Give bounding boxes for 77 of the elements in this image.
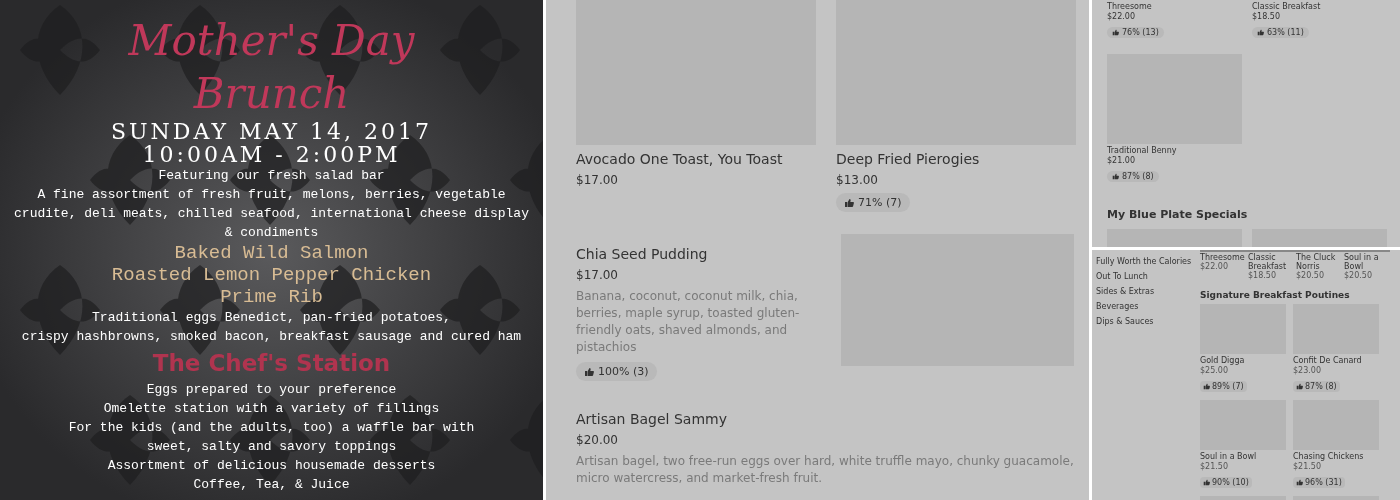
category-link[interactable]: Beverages xyxy=(1096,302,1200,311)
category-link[interactable]: Dips & Sauces xyxy=(1096,317,1200,326)
item-name[interactable]: Traditional Benny xyxy=(1107,146,1242,155)
flyer-text: crispy hashbrowns, smoked bacon, breakfast sausage and cured ham xyxy=(21,328,522,346)
flyer-text: Eggs prepared to your preference xyxy=(146,381,397,399)
item-price: $17.00 xyxy=(576,268,619,282)
item-name[interactable]: Artisan Bagel Sammy xyxy=(576,411,1076,427)
item-price: $13.00 xyxy=(836,173,879,187)
flyer-text: Baked Wild Salmon xyxy=(174,242,369,264)
item-price: $22.00 xyxy=(1200,262,1229,271)
item-name[interactable]: Chia Seed Pudding xyxy=(576,246,831,262)
section-heading: Signature Breakfast Poutines xyxy=(1200,290,1350,300)
item-name[interactable]: Avocado One Toast, You Toast xyxy=(576,151,816,167)
rating-badge: 90% (10) xyxy=(1200,477,1252,488)
item-price: $25.00 xyxy=(1200,366,1229,375)
flyer-text: Coffee, Tea, & Juice xyxy=(193,476,350,494)
item-price: $22.00 xyxy=(1107,12,1136,21)
item-price: $21.50 xyxy=(1200,462,1229,471)
item-description: Banana, coconut, coconut milk, chia, berries, maple syrup, toasted gluten-friendly oats, shaved almonds, and pistachios xyxy=(576,288,801,356)
item-price: $20.50 xyxy=(1344,271,1373,280)
category-link[interactable]: Out To Lunch xyxy=(1096,272,1200,281)
item-price: $20.50 xyxy=(1296,271,1325,280)
flyer-heading: Mother's Day xyxy=(128,15,415,67)
item-name[interactable]: Confit De Canard xyxy=(1293,356,1379,365)
item-price: $23.00 xyxy=(1293,366,1322,375)
item-name[interactable]: Soul in a Bowl xyxy=(1200,452,1286,461)
thumbs-up-icon xyxy=(1112,29,1119,36)
rating-badge: 76% (13) xyxy=(1107,27,1164,38)
rating-badge: 71% (7) xyxy=(836,193,910,212)
item-name[interactable]: Chasing Chickens xyxy=(1293,452,1379,461)
flyer-text: Featuring our fresh salad bar xyxy=(158,167,385,185)
rating-badge: 87% (8) xyxy=(1293,381,1340,392)
category-link[interactable]: Sides & Extras xyxy=(1096,287,1200,296)
flyer-heading: The Chef's Station xyxy=(152,349,391,378)
thumbs-up-icon xyxy=(1296,383,1303,390)
item-price: $17.00 xyxy=(576,173,619,187)
thumbs-up-icon xyxy=(1203,479,1210,486)
item-name[interactable]: Classic Breakfast xyxy=(1252,2,1387,11)
thumbs-up-icon xyxy=(1257,29,1264,36)
flyer-text: A fine assortment of fresh fruit, melons, berries, vegetable xyxy=(37,186,506,204)
item-price: $20.00 xyxy=(576,433,619,447)
item-name[interactable]: Classic Breakfast xyxy=(1248,253,1294,271)
thumbs-up-icon xyxy=(844,197,854,208)
thumbs-up-icon xyxy=(1296,479,1303,486)
flyer-text: & condiments xyxy=(224,224,319,242)
rating-badge: 89% (7) xyxy=(1200,381,1247,392)
flyer-text: crudite, deli meats, chilled seafood, international cheese display xyxy=(14,205,529,223)
item-price: $18.50 xyxy=(1252,12,1281,21)
section-heading: My Blue Plate Specials xyxy=(1107,208,1249,221)
item-name[interactable]: The Cluck Norris xyxy=(1296,253,1342,271)
rating-badge: 100% (3) xyxy=(576,362,657,381)
flyer-heading: Brunch xyxy=(193,67,350,120)
thumbs-up-icon xyxy=(1203,383,1210,390)
flyer-text: Roasted Lemon Pepper Chicken xyxy=(111,264,432,286)
item-price: $21.00 xyxy=(1107,156,1136,165)
flyer-text: Omelette station with a variety of fillings xyxy=(103,400,440,418)
flyer-text: sweet, salty and savory toppings xyxy=(146,438,397,456)
rating-badge: 63% (11) xyxy=(1252,27,1309,38)
flyer-text: Traditional eggs Benedict, pan-fried potatoes, xyxy=(92,309,451,327)
flyer-text: Assortment of delicious housemade desserts xyxy=(107,457,436,475)
flyer-text: For the kids (and the adults, too) a waffle bar with xyxy=(68,419,475,437)
item-name[interactable]: Threesome xyxy=(1107,2,1242,11)
item-price: $18.50 xyxy=(1248,271,1277,280)
item-name[interactable]: Soul in a Bowl xyxy=(1344,253,1390,271)
flyer-text: 10:00AM - 2:00PM xyxy=(142,143,401,166)
rating-badge: 96% (31) xyxy=(1293,477,1345,488)
rating-badge: 87% (8) xyxy=(1107,171,1159,182)
flyer-text: SUNDAY MAY 14, 2017 xyxy=(111,120,432,143)
flyer-text: Prime Rib xyxy=(220,286,323,308)
item-name[interactable]: Threesome xyxy=(1200,253,1246,262)
thumbs-up-icon xyxy=(1112,173,1119,180)
item-name[interactable]: Deep Fried Pierogies xyxy=(836,151,1076,167)
item-name[interactable]: Gold Digga xyxy=(1200,356,1286,365)
item-price: $21.50 xyxy=(1293,462,1322,471)
item-description: Artisan bagel, two free-run eggs over hard, white truffle mayo, chunky guacamole, micro watercress, and market-fresh fruit. xyxy=(576,453,1075,487)
category-link[interactable]: Fully Worth the Calories xyxy=(1096,257,1200,266)
thumbs-up-icon xyxy=(584,366,594,377)
